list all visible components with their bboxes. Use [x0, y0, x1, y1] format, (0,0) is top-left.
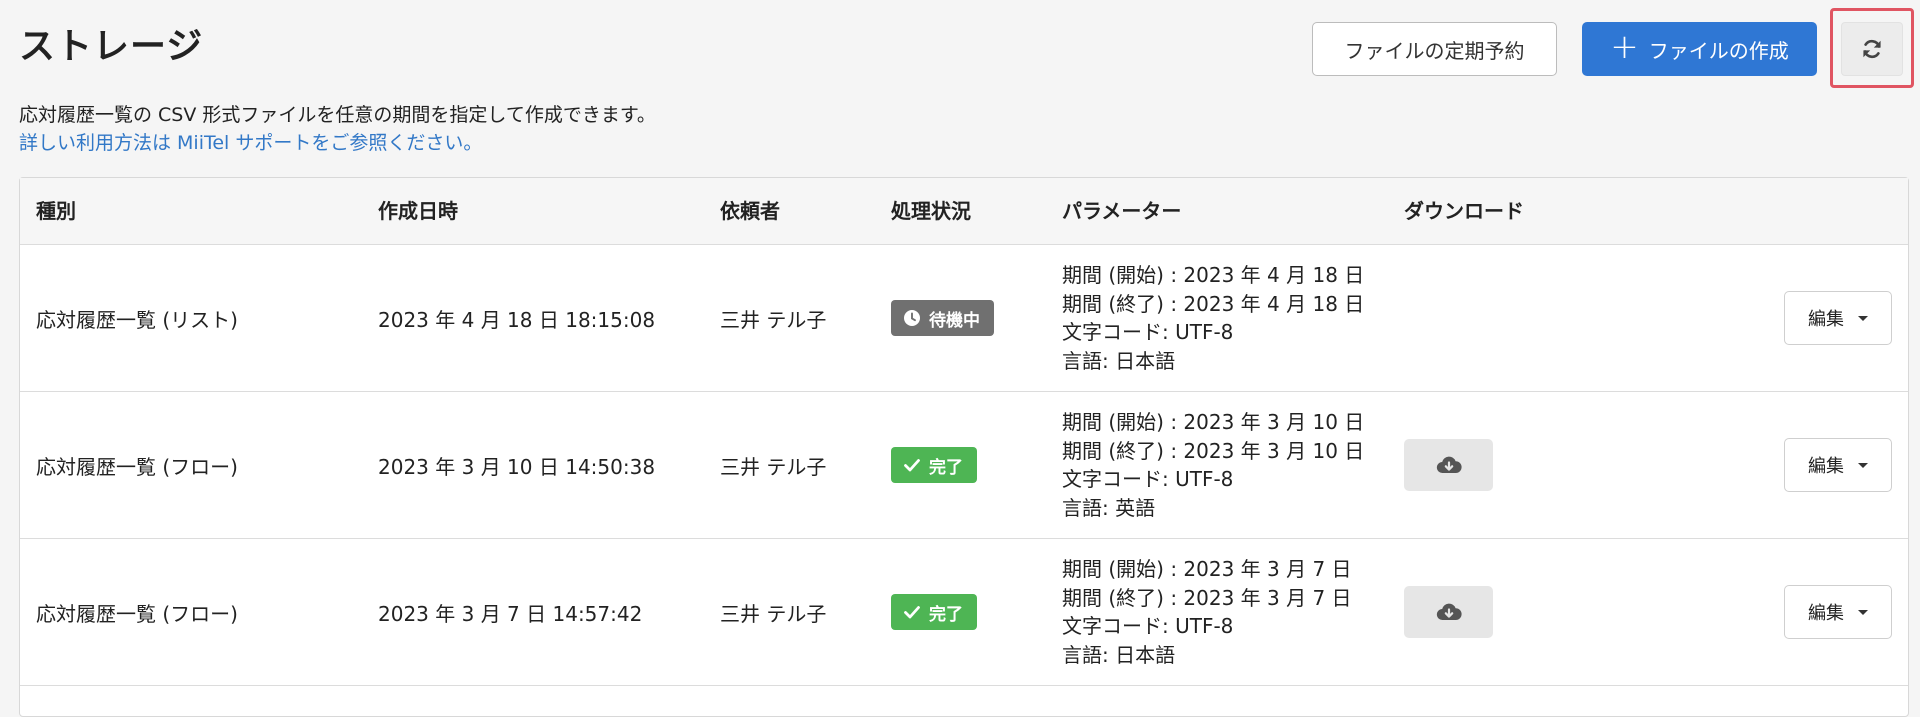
page-title: ストレージ [19, 26, 204, 67]
create-file-button[interactable]: + ファイルの作成 [1582, 22, 1817, 76]
clock-icon [904, 310, 920, 326]
download-button[interactable] [1404, 586, 1493, 638]
caret-down-icon [1858, 609, 1868, 615]
param-period-end: 期間 (終了) : 2023 年 3 月 7 日 [1062, 585, 1352, 610]
param-encoding: 文字コード: UTF-8 [1062, 320, 1234, 344]
edit-button-label: 編集 [1808, 309, 1844, 330]
param-period-end: 期間 (終了) : 2023 年 3 月 10 日 [1062, 438, 1365, 463]
check-icon [904, 606, 920, 619]
status-label: 完了 [929, 604, 963, 625]
param-period-start: 期間 (開始) : 2023 年 3 月 7 日 [1062, 557, 1352, 581]
refresh-icon [1863, 40, 1881, 58]
row-status-cell: 待機中 [891, 245, 994, 391]
table-header: 種別 作成日時 依頼者 処理状況 パラメーター ダウンロード [20, 178, 1908, 245]
cloud-download-icon [1436, 456, 1462, 474]
edit-dropdown-button[interactable]: 編集 [1784, 585, 1892, 639]
status-label: 待機中 [929, 310, 980, 331]
row-status-cell: 完了 [891, 539, 977, 685]
check-icon [904, 459, 920, 472]
status-badge: 完了 [891, 594, 977, 630]
caret-down-icon [1858, 315, 1868, 321]
column-header-parameters: パラメーター [1062, 199, 1182, 223]
refresh-button[interactable] [1841, 22, 1903, 76]
row-created-at: 2023 年 3 月 7 日 14:57:42 [378, 601, 643, 626]
row-requester: 三井 テル子 [720, 601, 827, 626]
row-requester: 三井 テル子 [720, 307, 827, 332]
param-period-end: 期間 (終了) : 2023 年 4 月 18 日 [1062, 291, 1365, 316]
table-row: 応対履歴一覧 (リスト) 2023 年 4 月 18 日 18:15:08 三井… [20, 245, 1908, 392]
download-button[interactable] [1404, 439, 1493, 491]
param-period-start: 期間 (開始) : 2023 年 3 月 10 日 [1062, 410, 1365, 434]
page-description: 応対履歴一覧の CSV 形式ファイルを任意の期間を指定して作成できます。 [19, 104, 656, 126]
row-download-cell [1404, 392, 1493, 538]
param-language: 言語: 日本語 [1062, 642, 1176, 667]
status-label: 完了 [929, 457, 963, 478]
column-header-type: 種別 [36, 199, 76, 223]
storage-table: 種別 作成日時 依頼者 処理状況 パラメーター ダウンロード 応対履歴一覧 (リ… [19, 177, 1909, 717]
row-requester: 三井 テル子 [720, 454, 827, 479]
row-download-cell [1404, 539, 1493, 685]
schedule-file-button[interactable]: ファイルの定期予約 [1312, 22, 1557, 76]
row-type: 応対履歴一覧 (フロー) [36, 454, 238, 479]
status-badge: 待機中 [891, 300, 994, 336]
edit-dropdown-button[interactable]: 編集 [1784, 438, 1892, 492]
row-parameters: 期間 (開始) : 2023 年 3 月 7 日 期間 (終了) : 2023 … [1062, 539, 1352, 685]
column-header-requester: 依頼者 [720, 199, 780, 223]
column-header-status: 処理状況 [891, 199, 971, 223]
plus-icon: + [1610, 27, 1639, 67]
edit-button-label: 編集 [1808, 603, 1844, 624]
table-row: 応対履歴一覧 (フロー) 2023 年 3 月 7 日 14:57:42 三井 … [20, 539, 1908, 686]
param-period-start: 期間 (開始) : 2023 年 4 月 18 日 [1062, 263, 1365, 287]
row-type: 応対履歴一覧 (フロー) [36, 601, 238, 626]
row-type: 応対履歴一覧 (リスト) [36, 307, 238, 332]
param-encoding: 文字コード: UTF-8 [1062, 467, 1234, 491]
edit-button-label: 編集 [1808, 456, 1844, 477]
row-parameters: 期間 (開始) : 2023 年 4 月 18 日 期間 (終了) : 2023… [1062, 245, 1364, 391]
status-badge: 完了 [891, 447, 977, 483]
column-header-created-at: 作成日時 [378, 199, 458, 223]
edit-dropdown-button[interactable]: 編集 [1784, 291, 1892, 345]
param-language: 言語: 英語 [1062, 495, 1156, 520]
create-file-button-label: ファイルの作成 [1648, 38, 1789, 63]
column-header-download: ダウンロード [1404, 199, 1524, 223]
table-row: 応対履歴一覧 (フロー) 2023 年 3 月 10 日 14:50:38 三井… [20, 392, 1908, 539]
cloud-download-icon [1436, 603, 1462, 621]
row-status-cell: 完了 [891, 392, 977, 538]
param-encoding: 文字コード: UTF-8 [1062, 614, 1234, 638]
param-language: 言語: 日本語 [1062, 348, 1176, 373]
caret-down-icon [1858, 462, 1868, 468]
schedule-file-button-label: ファイルの定期予約 [1344, 38, 1525, 63]
row-created-at: 2023 年 3 月 10 日 14:50:38 [378, 454, 656, 479]
support-help-link[interactable]: 詳しい利用方法は MiiTel サポートをご参照ください。 [19, 129, 482, 157]
row-created-at: 2023 年 4 月 18 日 18:15:08 [378, 307, 656, 332]
row-parameters: 期間 (開始) : 2023 年 3 月 10 日 期間 (終了) : 2023… [1062, 392, 1364, 538]
